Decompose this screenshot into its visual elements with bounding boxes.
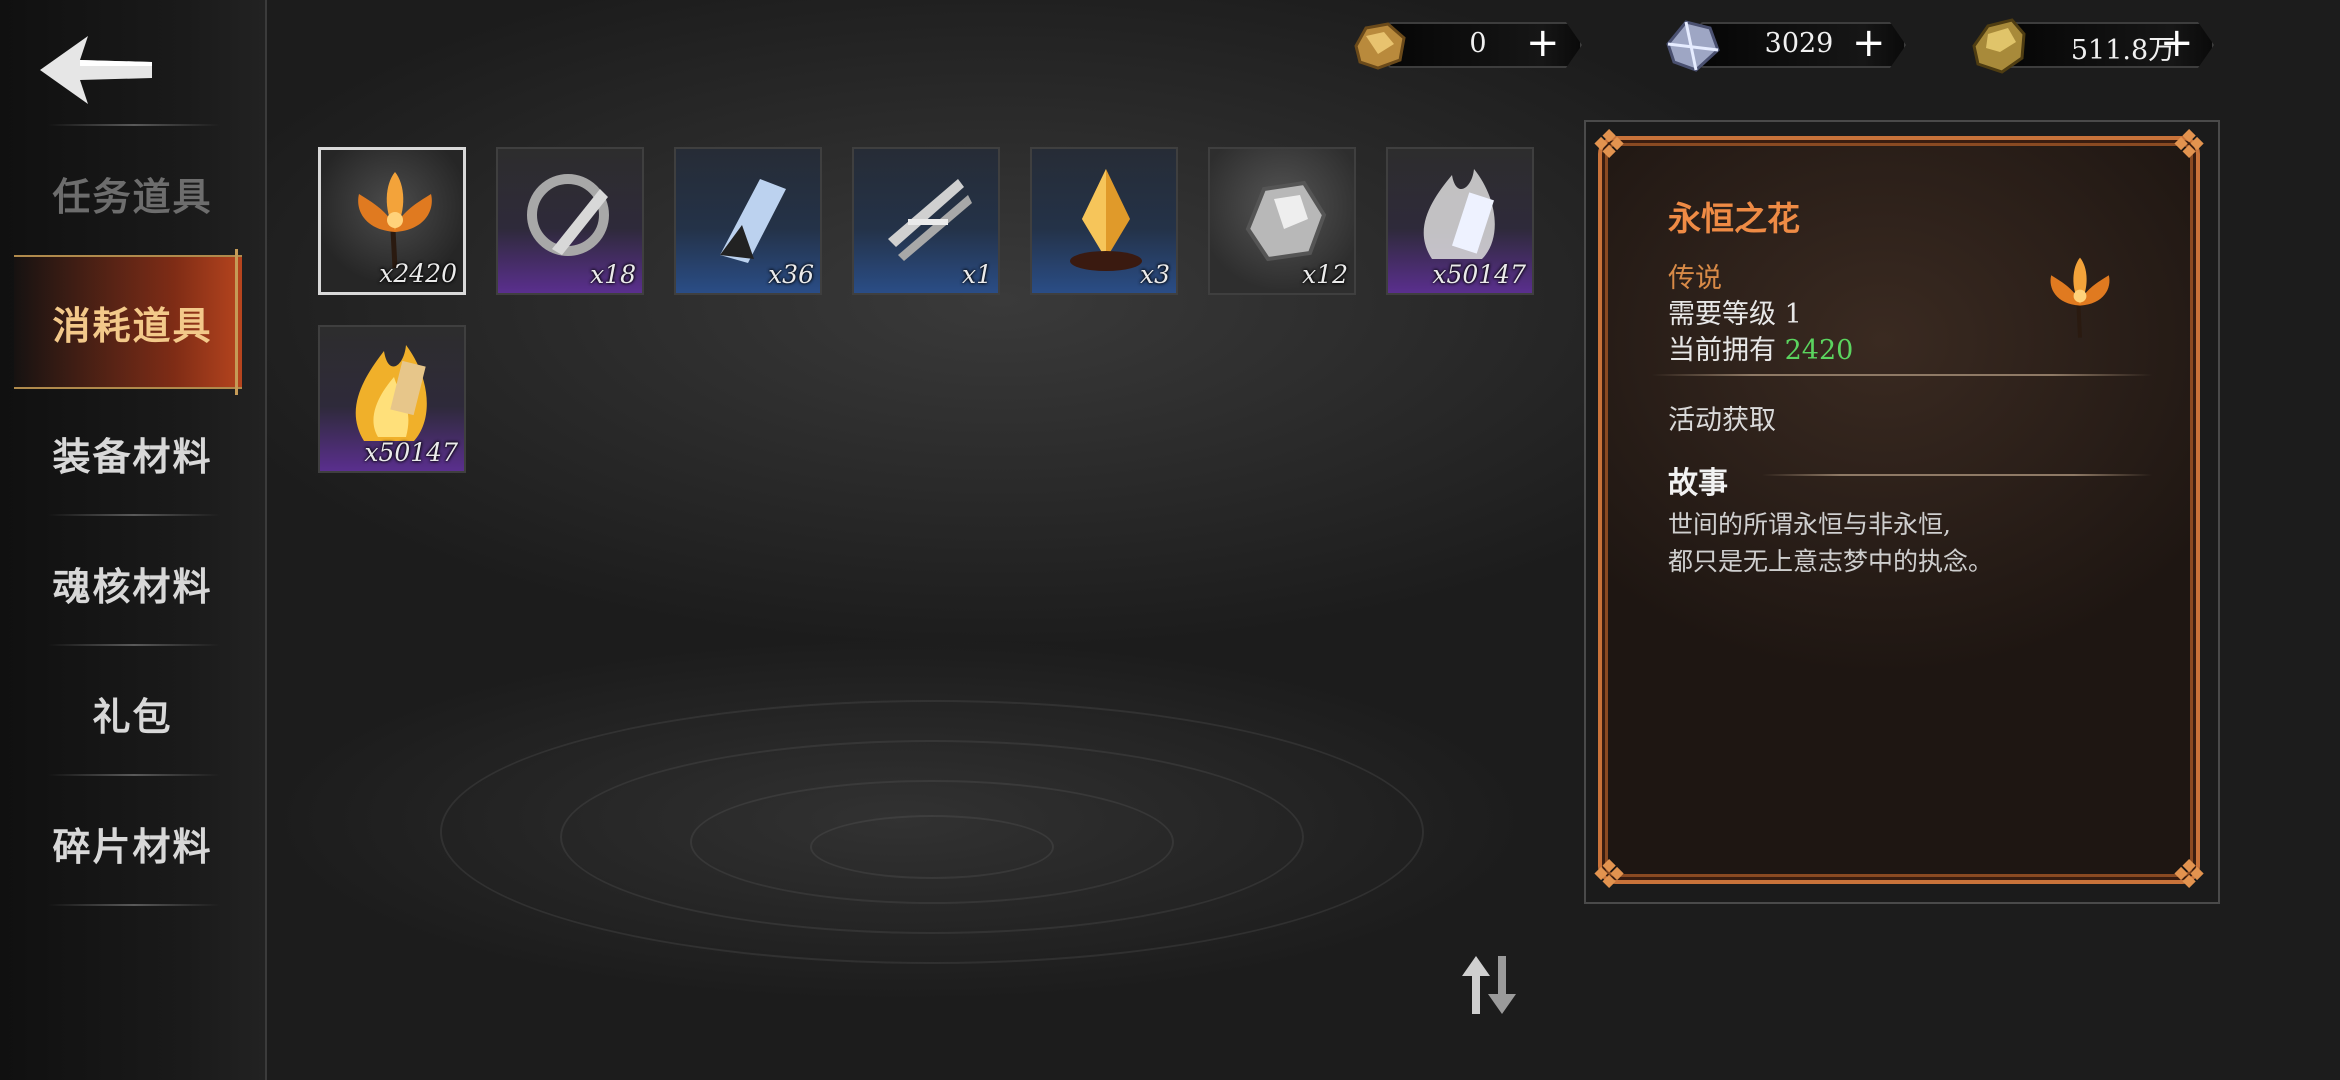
inventory-slot[interactable]: x36 bbox=[674, 147, 822, 295]
item-title: 永恒之花 bbox=[1668, 199, 1800, 238]
item-quantity: x36 bbox=[768, 260, 814, 289]
sidebar-item-gift-packs[interactable]: 礼包 bbox=[0, 668, 265, 758]
currency-value: 3029 bbox=[1764, 28, 1834, 59]
sidebar-item-quest-items[interactable]: 任务道具 bbox=[0, 148, 265, 238]
divider bbox=[1652, 374, 2152, 376]
divider bbox=[48, 124, 220, 126]
inventory-slot[interactable]: x50147 bbox=[1386, 147, 1534, 295]
item-quantity: x50147 bbox=[1432, 260, 1526, 289]
story-text: 都只是无上意志梦中的执念。 bbox=[1668, 547, 1994, 576]
sort-arrows-icon bbox=[1462, 956, 1516, 1014]
item-detail-panel: ❖ ❖ ❖ ❖ 永恒之花 传说 需要等级 1 当前拥有 2420 活动获取 故事… bbox=[1584, 120, 2220, 904]
item-rarity: 传说 bbox=[1668, 263, 1722, 294]
divider bbox=[48, 904, 220, 906]
category-sidebar: 任务道具 消耗道具 装备材料 魂核材料 礼包 碎片材料 bbox=[0, 0, 267, 1080]
story-text: 世间的所谓永恒与非永恒, bbox=[1668, 510, 1951, 539]
currency-value: 0 bbox=[1469, 28, 1487, 59]
required-level-label: 需要等级 bbox=[1668, 299, 1776, 330]
back-arrow-icon bbox=[40, 36, 152, 104]
currency-crystal: 3029 + bbox=[1660, 20, 1910, 72]
item-quantity: x12 bbox=[1302, 260, 1348, 289]
sidebar-item-fragment-materials[interactable]: 碎片材料 bbox=[0, 798, 265, 888]
gold-nugget-icon bbox=[1972, 18, 2026, 74]
water-ripple bbox=[810, 815, 1054, 879]
add-currency-button[interactable]: + bbox=[1852, 22, 1886, 64]
sidebar-item-consumables[interactable]: 消耗道具 bbox=[0, 277, 265, 367]
owned-count-label: 当前拥有 bbox=[1668, 335, 1776, 366]
back-button[interactable] bbox=[36, 32, 156, 108]
inventory-slot[interactable]: x50147 bbox=[318, 325, 466, 473]
sort-button[interactable] bbox=[1454, 950, 1524, 1020]
item-quantity: x2420 bbox=[379, 259, 457, 288]
add-currency-button[interactable]: + bbox=[2160, 22, 2194, 64]
required-level-value: 1 bbox=[1784, 299, 1802, 330]
sidebar-item-label: 消耗道具 bbox=[52, 302, 213, 348]
item-quantity: x1 bbox=[961, 260, 992, 289]
currency-gold-ore: 0 + bbox=[1348, 22, 1580, 70]
sidebar-item-equipment-materials[interactable]: 装备材料 bbox=[0, 408, 265, 498]
owned-count-value: 2420 bbox=[1784, 335, 1854, 366]
item-source: 活动获取 bbox=[1668, 405, 1776, 436]
sidebar-item-soul-core-materials[interactable]: 魂核材料 bbox=[0, 538, 265, 628]
inventory-slot[interactable]: x18 bbox=[496, 147, 644, 295]
sidebar-item-label: 礼包 bbox=[92, 693, 173, 739]
divider bbox=[48, 644, 220, 646]
item-quantity: x50147 bbox=[364, 438, 458, 467]
inventory-slot[interactable]: x12 bbox=[1208, 147, 1356, 295]
divider bbox=[48, 774, 220, 776]
gold-ore-icon bbox=[1354, 22, 1406, 70]
story-heading: 故事 bbox=[1668, 466, 1728, 501]
eternal-flower-icon bbox=[2050, 257, 2110, 338]
owned-count-row: 当前拥有 2420 bbox=[1668, 328, 1853, 367]
ornament-corner-icon: ❖ bbox=[1591, 852, 1627, 898]
sidebar-item-label: 任务道具 bbox=[52, 173, 213, 219]
item-detail-card: ❖ ❖ ❖ ❖ 永恒之花 传说 需要等级 1 当前拥有 2420 活动获取 故事… bbox=[1591, 124, 2207, 896]
inventory-slot[interactable]: x1 bbox=[852, 147, 1000, 295]
ornament-corner-icon: ❖ bbox=[1591, 122, 1627, 168]
inventory-slot[interactable]: x3 bbox=[1030, 147, 1178, 295]
ornament-corner-icon: ❖ bbox=[2171, 852, 2207, 898]
currency-gold-nugget: 511.8万 + bbox=[1968, 18, 2218, 74]
item-quantity: x3 bbox=[1139, 260, 1170, 289]
divider bbox=[1762, 474, 2152, 476]
divider bbox=[48, 514, 220, 516]
sidebar-item-label: 装备材料 bbox=[52, 433, 213, 479]
sidebar-item-label: 碎片材料 bbox=[52, 823, 213, 869]
sidebar-item-label: 魂核材料 bbox=[52, 563, 213, 609]
inventory-slot[interactable]: x2420 bbox=[318, 147, 466, 295]
crystal-icon bbox=[1666, 20, 1720, 72]
required-level-row: 需要等级 1 bbox=[1668, 292, 1802, 331]
add-currency-button[interactable]: + bbox=[1526, 22, 1560, 64]
ornament-corner-icon: ❖ bbox=[2171, 122, 2207, 168]
item-quantity: x18 bbox=[590, 260, 636, 289]
